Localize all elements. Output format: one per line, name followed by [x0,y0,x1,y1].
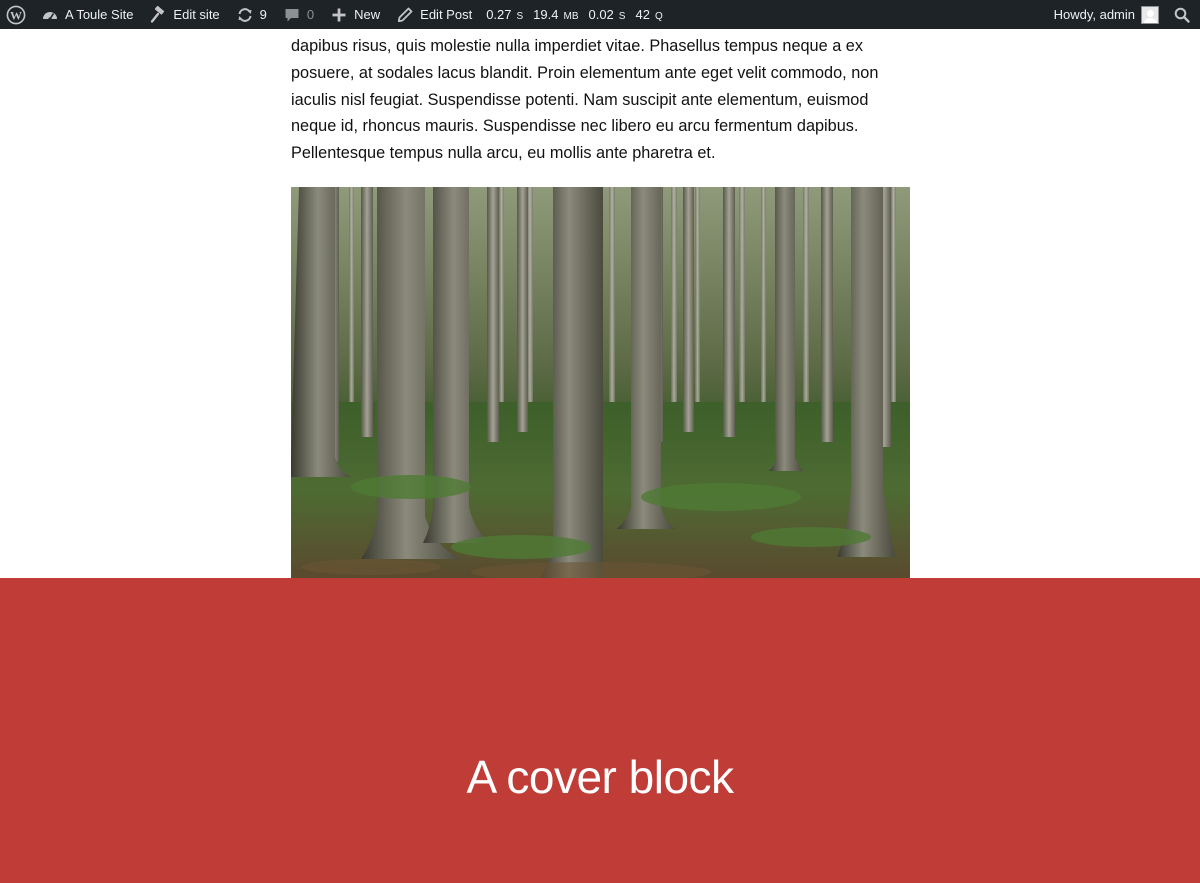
wordpress-logo-icon: W [6,5,26,25]
wordpress-menu[interactable]: W [0,0,33,29]
updates-link[interactable]: 9 [228,0,275,29]
svg-text:W: W [10,8,22,22]
qm-time-value: 0.27 [486,7,512,22]
qm-memory-unit: MB [563,11,579,22]
updates-icon [236,6,254,24]
dashboard-icon [41,6,59,24]
cover-block: A cover block [0,578,1200,883]
search-button[interactable] [1167,0,1200,29]
edit-site-label: Edit site [173,7,220,22]
post-paragraph: dapibus risus, quis molestie nulla imper… [291,37,879,163]
qm-queries-unit: Q [654,11,663,22]
new-content-link[interactable]: New [322,0,388,29]
qm-time: 0.27 S [486,7,528,22]
updates-count: 9 [259,7,267,22]
new-label: New [354,7,381,22]
search-icon [1173,6,1191,24]
comment-icon [283,6,301,24]
comments-link[interactable]: 0 [275,0,322,29]
site-name-label: A Toule Site [65,7,134,22]
howdy-label: Howdy, admin [1053,7,1135,22]
post-content: dapibus risus, quis molestie nulla imper… [291,29,911,167]
admin-bar: W A Toule Site Edit site 9 0 New Edit Po… [0,0,1200,29]
forest-image [291,187,910,578]
qm-memory-value: 19.4 [533,7,559,22]
qm-db-time: 0.02 S [588,7,630,22]
edit-post-link[interactable]: Edit Post [388,0,480,29]
plus-icon [330,6,348,24]
qm-db-time-unit: S [618,11,626,22]
qm-queries-value: 42 [635,7,650,22]
comments-count: 0 [306,7,315,22]
admin-bar-right: Howdy, admin [1046,0,1200,29]
my-account-link[interactable]: Howdy, admin [1046,0,1167,29]
qm-db-time-value: 0.02 [588,7,614,22]
qm-time-unit: S [516,11,524,22]
cover-heading: A cover block [466,751,734,803]
pencil-icon [396,6,414,24]
site-name-link[interactable]: A Toule Site [33,0,141,29]
hammer-icon [149,5,167,24]
qm-memory: 19.4 MB [533,7,583,22]
qm-queries: 42 Q [635,7,667,22]
admin-bar-left: W A Toule Site Edit site 9 0 New Edit Po… [0,0,679,29]
query-monitor-stats[interactable]: 0.27 S 19.4 MB 0.02 S 42 Q [480,0,679,29]
edit-post-label: Edit Post [420,7,473,22]
avatar [1141,5,1159,24]
edit-site-link[interactable]: Edit site [141,0,227,29]
